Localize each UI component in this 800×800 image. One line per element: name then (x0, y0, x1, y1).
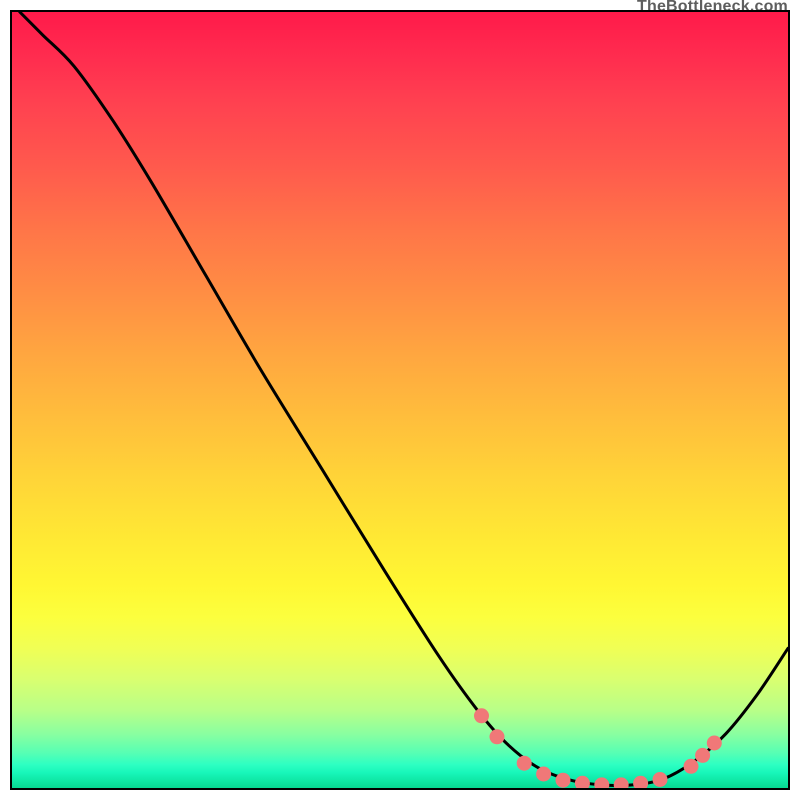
curve-line-group (20, 12, 788, 786)
curve-marker (556, 773, 571, 788)
curve-marker (695, 748, 710, 763)
chart-svg (12, 12, 788, 788)
curve-marker (474, 708, 489, 723)
curve-marker (517, 756, 532, 771)
curve-line (20, 12, 788, 786)
curve-marker (536, 767, 551, 782)
curve-marker (614, 777, 629, 788)
curve-marker (490, 729, 505, 744)
curve-marker (707, 736, 722, 751)
curve-marker (575, 776, 590, 788)
curve-marker (594, 777, 609, 788)
chart-container: TheBottleneck.com (0, 0, 800, 800)
plot-area (10, 10, 790, 790)
curve-marker (653, 772, 668, 787)
curve-marker (633, 776, 648, 788)
curve-marker (684, 759, 699, 774)
